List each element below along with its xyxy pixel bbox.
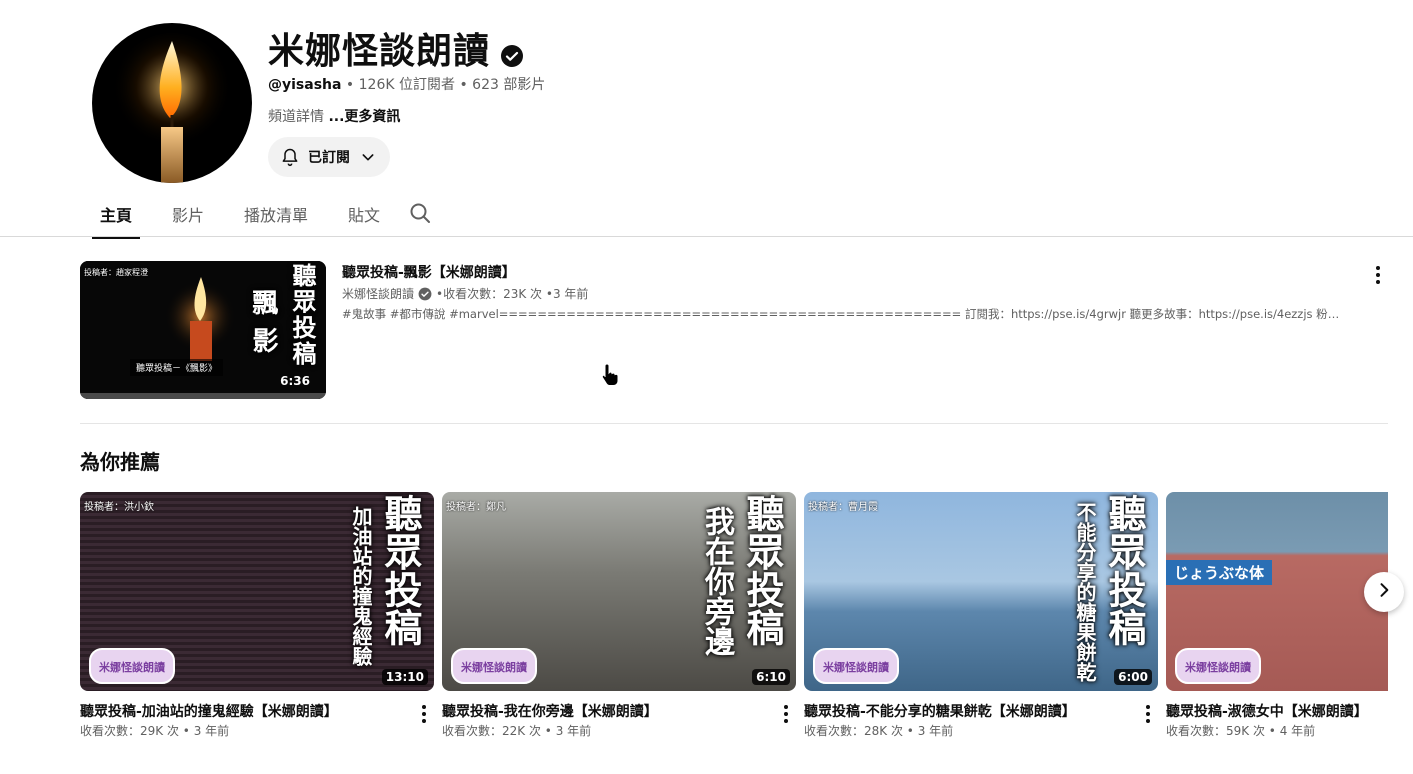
svg-text:米娜怪談朗讀: 米娜怪談朗讀 bbox=[460, 660, 527, 674]
search-icon[interactable] bbox=[408, 201, 432, 225]
channel-logo-badge: 米娜怪談朗讀 bbox=[89, 648, 175, 684]
channel-logo-badge: 米娜怪談朗讀 bbox=[1175, 648, 1261, 684]
more-actions-icon[interactable] bbox=[774, 702, 798, 726]
featured-thumb-sub-text: 飄影 bbox=[248, 289, 278, 365]
video-meta: 收看次數：29K 次 • 3 年前 bbox=[80, 724, 230, 738]
video-count: 623 部影片 bbox=[472, 77, 546, 93]
featured-video-title[interactable]: 聽眾投稿-飄影【米娜朗讀】 bbox=[342, 262, 516, 282]
featured-thumb-tag: 投稿者：趙家程澄 bbox=[84, 268, 148, 277]
channel-logo-badge: 米娜怪談朗讀 bbox=[813, 648, 899, 684]
tab-posts[interactable]: 貼文 bbox=[328, 192, 400, 238]
channel-tabs: 主頁 影片 播放清單 貼文 bbox=[80, 192, 400, 239]
featured-video-description: #鬼故事 #都市傳說 #marvel======================… bbox=[342, 307, 1342, 321]
tab-home[interactable]: 主頁 bbox=[80, 192, 152, 239]
video-meta: 收看次數：22K 次 • 3 年前 bbox=[442, 724, 592, 738]
bell-icon bbox=[280, 147, 300, 167]
more-actions-icon[interactable] bbox=[412, 702, 436, 726]
channel-handle: @yisasha bbox=[268, 77, 342, 93]
channel-title: 米娜怪談朗讀 bbox=[268, 22, 524, 74]
channel-logo-badge: 米娜怪談朗讀 bbox=[451, 648, 537, 684]
video-meta: 收看次數：28K 次 • 3 年前 bbox=[804, 724, 954, 738]
video-title[interactable]: 聽眾投稿-淑德女中【米娜朗讀】 bbox=[1166, 701, 1388, 721]
featured-video-meta: 米娜怪談朗讀 • 收看次數：23K 次 • 3 年前 bbox=[342, 285, 589, 302]
video-title[interactable]: 聽眾投稿-不能分享的糖果餅乾【米娜朗讀】 bbox=[804, 701, 1134, 721]
video-duration: 6:00 bbox=[1114, 669, 1152, 685]
video-thumbnail[interactable]: 投稿者：曹月霞 聽眾投稿 不能分享的糖果餅乾 米娜怪談朗讀 6:00 bbox=[804, 492, 1158, 691]
thumb-sub-text: 不能分享的糖果餅乾 bbox=[1073, 502, 1097, 682]
channel-name: 米娜怪談朗讀 bbox=[268, 31, 491, 72]
thumb-tag: 投稿者：鄭凡 bbox=[446, 502, 506, 513]
featured-channel-name[interactable]: 米娜怪談朗讀 bbox=[342, 285, 414, 302]
tab-playlists[interactable]: 播放清單 bbox=[224, 192, 328, 238]
video-duration: 13:10 bbox=[381, 669, 428, 685]
video-thumbnail[interactable]: じょうぶな体 米娜怪談朗讀 bbox=[1166, 492, 1388, 691]
channel-meta: @yisasha • 126K 位訂閱者 • 623 部影片 bbox=[268, 77, 546, 93]
thumb-main-text: 聽眾投稿 bbox=[1102, 494, 1146, 646]
video-age: 3 年前 bbox=[193, 724, 230, 738]
thumb-sub-text: 加油站的撞鬼經驗 bbox=[349, 506, 373, 666]
video-title[interactable]: 聽眾投稿-加油站的撞鬼經驗【米娜朗讀】 bbox=[80, 701, 410, 721]
thumb-sign-text: じょうぶな体 bbox=[1166, 560, 1273, 585]
featured-thumb-caption: 聽眾投稿－《飄影》 bbox=[130, 359, 224, 376]
more-info-link[interactable]: ...更多資訊 bbox=[328, 109, 400, 125]
featured-video-thumbnail[interactable]: 投稿者：趙家程澄 聽眾投稿 飄影 聽眾投稿－《飄影》 6:36 bbox=[80, 261, 326, 399]
video-card[interactable]: 投稿者：曹月霞 聽眾投稿 不能分享的糖果餅乾 米娜怪談朗讀 6:00 聽眾投稿-… bbox=[804, 492, 1158, 738]
thumb-main-text: 聽眾投稿 bbox=[378, 494, 422, 646]
verified-icon bbox=[500, 36, 524, 67]
svg-text:米娜怪談朗讀: 米娜怪談朗讀 bbox=[1184, 660, 1251, 674]
video-card[interactable]: 投稿者：鄭凡 聽眾投稿 我在你旁邊 米娜怪談朗讀 6:10 聽眾投稿-我在你旁邊… bbox=[442, 492, 796, 738]
featured-duration: 6:36 bbox=[280, 374, 310, 388]
video-views: 收看次數：59K 次 bbox=[1166, 724, 1265, 738]
shelf-next-button[interactable] bbox=[1364, 572, 1404, 612]
thumb-main-text: 聽眾投稿 bbox=[740, 494, 784, 646]
featured-age: 3 年前 bbox=[552, 287, 589, 301]
chevron-down-icon bbox=[360, 149, 376, 165]
video-card[interactable]: 投稿者：洪小欽 聽眾投稿 加油站的撞鬼經驗 米娜怪談朗讀 13:10 聽眾投稿-… bbox=[80, 492, 434, 738]
subscribed-label: 已訂閱 bbox=[308, 150, 350, 166]
video-age: 4 年前 bbox=[1279, 724, 1316, 738]
more-actions-icon[interactable] bbox=[1136, 702, 1160, 726]
tab-videos[interactable]: 影片 bbox=[152, 192, 224, 238]
video-views: 收看次數：29K 次 bbox=[80, 724, 179, 738]
video-meta: 收看次數：59K 次 • 4 年前 bbox=[1166, 724, 1316, 738]
thumb-sub-text: 我在你旁邊 bbox=[699, 506, 734, 656]
svg-text:米娜怪談朗讀: 米娜怪談朗讀 bbox=[98, 660, 165, 674]
chevron-right-icon bbox=[1374, 580, 1394, 604]
channel-avatar[interactable] bbox=[92, 23, 252, 183]
shelf-title: 為你推薦 bbox=[80, 450, 160, 474]
featured-thumb-main-text: 聽眾投稿 bbox=[288, 263, 316, 367]
recommended-shelf: 投稿者：洪小欽 聽眾投稿 加油站的撞鬼經驗 米娜怪談朗讀 13:10 聽眾投稿-… bbox=[80, 492, 1388, 752]
video-thumbnail[interactable]: 投稿者：洪小欽 聽眾投稿 加油站的撞鬼經驗 米娜怪談朗讀 13:10 bbox=[80, 492, 434, 691]
video-views: 收看次數：22K 次 bbox=[442, 724, 541, 738]
thumb-tag: 投稿者：洪小欽 bbox=[84, 502, 154, 513]
video-age: 3 年前 bbox=[917, 724, 954, 738]
video-thumbnail[interactable]: 投稿者：鄭凡 聽眾投稿 我在你旁邊 米娜怪談朗讀 6:10 bbox=[442, 492, 796, 691]
description-prefix: 頻道詳情 bbox=[268, 109, 324, 125]
video-duration: 6:10 bbox=[752, 669, 790, 685]
subscribed-button[interactable]: 已訂閱 bbox=[268, 137, 390, 177]
video-views: 收看次數：28K 次 bbox=[804, 724, 903, 738]
video-card[interactable]: じょうぶな体 米娜怪談朗讀 聽眾投稿-淑德女中【米娜朗讀】 收看次數：59K 次… bbox=[1166, 492, 1388, 738]
featured-more-actions-icon[interactable] bbox=[1366, 263, 1390, 287]
thumb-tag: 投稿者：曹月霞 bbox=[808, 502, 878, 513]
svg-text:米娜怪談朗讀: 米娜怪談朗讀 bbox=[822, 660, 889, 674]
section-divider bbox=[80, 423, 1388, 424]
video-title[interactable]: 聽眾投稿-我在你旁邊【米娜朗讀】 bbox=[442, 701, 772, 721]
subscriber-count: 126K 位訂閱者 bbox=[358, 77, 455, 93]
video-age: 3 年前 bbox=[555, 724, 592, 738]
tabs-divider bbox=[0, 236, 1413, 237]
featured-views: 收看次數：23K 次 bbox=[443, 287, 543, 301]
verified-icon bbox=[418, 287, 432, 301]
channel-description[interactable]: 頻道詳情 ...更多資訊 bbox=[268, 106, 400, 126]
hand-cursor-icon bbox=[600, 362, 622, 386]
